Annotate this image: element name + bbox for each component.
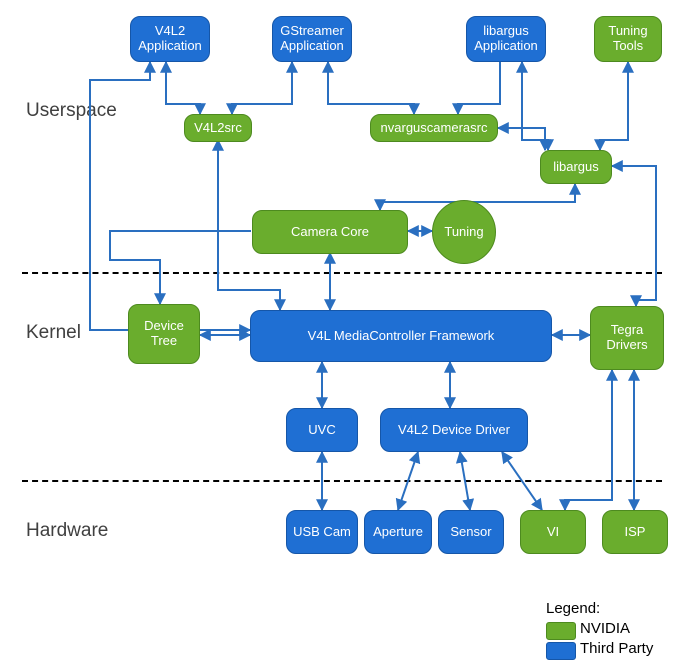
node-v4l2-device-driver: V4L2 Device Driver [380, 408, 528, 452]
node-device-tree: Device Tree [128, 304, 200, 364]
node-libargus: libargus [540, 150, 612, 184]
section-hardware: Hardware [26, 520, 108, 542]
node-sensor: Sensor [438, 510, 504, 554]
legend-label-thirdparty: Third Party [580, 640, 653, 657]
node-camera-core: Camera Core [252, 210, 408, 254]
section-kernel: Kernel [26, 322, 81, 344]
node-uvc: UVC [286, 408, 358, 452]
divider-kernel-hardware [22, 480, 662, 482]
node-libargus-application: libargus Application [466, 16, 546, 62]
node-tuning: Tuning [432, 200, 496, 264]
node-vi: VI [520, 510, 586, 554]
node-gstreamer-application: GStreamer Application [272, 16, 352, 62]
node-v4l-mediacontroller: V4L MediaController Framework [250, 310, 552, 362]
node-tuning-tools: Tuning Tools [594, 16, 662, 62]
node-v4l2-application: V4L2 Application [130, 16, 210, 62]
diagram-canvas: Userspace Kernel Hardware [0, 0, 686, 669]
legend-swatch-nvidia [546, 622, 576, 640]
node-usb-cam: USB Cam [286, 510, 358, 554]
section-userspace: Userspace [26, 100, 117, 122]
node-aperture: Aperture [364, 510, 432, 554]
node-v4l2src: V4L2src [184, 114, 252, 142]
node-isp: ISP [602, 510, 668, 554]
divider-userspace-kernel [22, 272, 662, 274]
legend-swatch-thirdparty [546, 642, 576, 660]
node-nvarguscamerasrc: nvarguscamerasrc [370, 114, 498, 142]
legend-title: Legend: [546, 600, 600, 617]
node-tegra-drivers: Tegra Drivers [590, 306, 664, 370]
legend-label-nvidia: NVIDIA [580, 620, 630, 637]
